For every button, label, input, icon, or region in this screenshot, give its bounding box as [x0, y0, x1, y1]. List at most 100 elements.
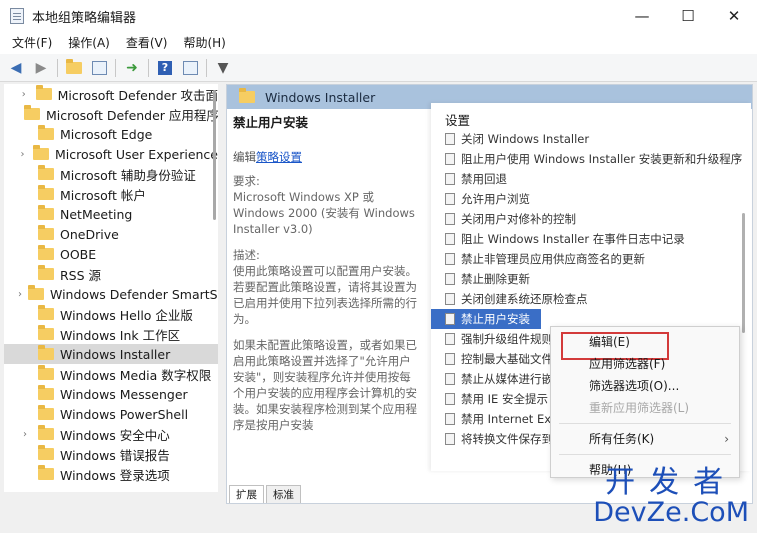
setting-row[interactable]: 关闭 Windows Installer — [431, 129, 751, 149]
setting-label: 阻止用户使用 Windows Installer 安装更新和升级程序 — [461, 152, 743, 166]
tree-item[interactable]: OOBE — [4, 244, 218, 264]
tree-item[interactable]: Microsoft Defender 应用程序 — [4, 104, 218, 124]
folder-icon — [38, 405, 54, 420]
policy-tree[interactable]: › Microsoft Defender 攻击面 Microsoft Defende… — [4, 84, 218, 492]
tab-extended[interactable]: 扩展 — [229, 485, 264, 503]
setting-label: 禁止删除更新 — [461, 272, 530, 286]
context-reapply-filter[interactable]: 重新应用筛选器(L) — [551, 397, 739, 419]
tree-item[interactable]: › Windows 安全中心 — [4, 424, 218, 444]
tree-item[interactable]: Windows PowerShell — [4, 404, 218, 424]
tree-item-label: Windows Defender SmartScreen — [50, 286, 218, 302]
context-filter-options[interactable]: 筛选器选项(O)... — [551, 375, 739, 397]
policy-setting-icon — [445, 373, 455, 385]
tree-item[interactable]: › Microsoft User Experience — [4, 144, 218, 164]
tree-item[interactable]: › Microsoft Defender 攻击面 — [4, 84, 218, 104]
folder-icon — [38, 385, 54, 400]
setting-row[interactable]: 关闭用户对修补的控制 — [431, 209, 751, 229]
menu-bar: 文件(F) 操作(A) 查看(V) 帮助(H) — [0, 32, 757, 54]
policy-setting-icon — [445, 313, 455, 325]
setting-row[interactable]: 允许用户浏览 — [431, 189, 751, 209]
tree-item[interactable]: Windows 登录选项 — [4, 464, 218, 484]
tree-scrollbar[interactable] — [213, 90, 216, 220]
tree-item[interactable]: OneDrive — [4, 224, 218, 244]
tree-item-label: Windows Media 数字权限 — [60, 367, 212, 383]
tree-item-label: RSS 源 — [60, 267, 102, 283]
toolbar-separator — [115, 58, 116, 77]
tree-item[interactable]: NetMeeting — [4, 204, 218, 224]
context-all-tasks[interactable]: 所有任务(K) › — [551, 428, 739, 450]
chevron-right-icon[interactable]: › — [18, 429, 32, 440]
menu-file[interactable]: 文件(F) — [4, 32, 60, 54]
policy-setting-icon — [445, 173, 455, 185]
tree-item[interactable]: Microsoft 帐户 — [4, 184, 218, 204]
folder-icon — [38, 165, 54, 180]
tab-standard[interactable]: 标准 — [266, 485, 301, 503]
pane-header-title: Windows Installer — [265, 89, 376, 105]
maximize-button[interactable]: ☐ — [665, 0, 711, 32]
context-edit[interactable]: 编辑(E) — [551, 331, 739, 360]
setting-label: 关闭 Windows Installer — [461, 132, 590, 146]
tree-item[interactable]: Windows Ink 工作区 — [4, 324, 218, 344]
close-button[interactable]: ✕ — [711, 0, 757, 32]
site-watermark: 开发者 DevZe.CoM — [593, 467, 749, 527]
menu-help[interactable]: 帮助(H) — [175, 32, 233, 54]
policy-setting-icon — [445, 273, 455, 285]
settings-column-header[interactable]: 设置 — [431, 103, 751, 129]
description-block: 描述: 使用此策略设置可以配置用户安装。若要配置此策略设置，请将其设置为已启用并… — [233, 248, 417, 326]
setting-row[interactable]: 阻止用户使用 Windows Installer 安装更新和升级程序 — [431, 149, 751, 169]
chevron-right-icon[interactable]: › — [18, 89, 30, 100]
watermark-cn: 开发者 — [605, 465, 738, 500]
export-list-icon[interactable]: ➜ — [122, 58, 142, 78]
show-hide-tree-icon[interactable] — [89, 58, 109, 78]
folder-icon — [38, 185, 54, 200]
tree-item[interactable]: Windows Media 数字权限 — [4, 364, 218, 384]
setting-row[interactable]: 禁止删除更新 — [431, 269, 751, 289]
help-icon[interactable]: ? — [155, 58, 175, 78]
setting-label: 禁用回退 — [461, 172, 507, 186]
properties-icon[interactable] — [180, 58, 200, 78]
tree-item-label: OneDrive — [60, 226, 119, 242]
menu-view[interactable]: 查看(V) — [118, 32, 176, 54]
setting-row[interactable]: 关闭创建系统还原检查点 — [431, 289, 751, 309]
tree-item-label: Windows 错误报告 — [60, 447, 170, 463]
tree-item-label: Microsoft User Experience — [54, 146, 218, 162]
setting-row[interactable]: 禁用回退 — [431, 169, 751, 189]
tree-item[interactable]: Microsoft Edge — [4, 124, 218, 144]
filter-icon[interactable]: ▼ — [213, 58, 233, 78]
edit-policy-link[interactable]: 策略设置 — [256, 150, 302, 164]
folder-icon — [24, 105, 40, 120]
list-scrollbar[interactable] — [742, 213, 745, 333]
tree-item[interactable]: Windows 错误报告 — [4, 444, 218, 464]
policy-editor-app-icon — [10, 8, 24, 24]
description-block-2: 如果未配置此策略设置，或者如果已启用此策略设置并选择了"允许用户安装"，则安装程… — [233, 338, 417, 432]
minimize-button[interactable]: — — [619, 0, 665, 32]
window-title: 本地组策略编辑器 — [32, 10, 137, 26]
policy-setting-icon — [445, 393, 455, 405]
back-arrow-icon[interactable]: ◀ — [6, 58, 26, 78]
tree-item[interactable]: › Windows Defender SmartScreen — [4, 284, 218, 304]
forward-arrow-icon[interactable]: ▶ — [31, 58, 51, 78]
chevron-right-icon[interactable]: › — [18, 289, 22, 300]
toolbar-separator — [57, 58, 58, 77]
tree-item-label: OOBE — [60, 246, 97, 262]
tree-item[interactable]: Microsoft 辅助身份验证 — [4, 164, 218, 184]
policy-setting-icon — [445, 193, 455, 205]
up-folder-icon[interactable] — [64, 58, 84, 78]
setting-row[interactable]: 禁止用户安装 — [431, 309, 541, 329]
setting-row[interactable]: 阻止 Windows Installer 在事件日志中记录 — [431, 229, 751, 249]
chevron-right-icon[interactable]: › — [18, 149, 27, 160]
tree-item[interactable]: Windows Hello 企业版 — [4, 304, 218, 324]
setting-row[interactable]: 禁止非管理员应用供应商签名的更新 — [431, 249, 751, 269]
context-apply-filter[interactable]: 应用筛选器(F) — [551, 353, 739, 375]
folder-icon — [38, 425, 54, 440]
view-tabs: 扩展 标准 — [229, 485, 303, 503]
tree-item[interactable]: Windows Installer — [4, 344, 218, 364]
tree-item[interactable]: RSS 源 — [4, 264, 218, 284]
menu-action[interactable]: 操作(A) — [60, 32, 118, 54]
tree-item[interactable]: Windows Messenger — [4, 384, 218, 404]
policy-setting-icon — [445, 413, 455, 425]
folder-icon — [38, 125, 54, 140]
setting-label: 禁用 IE 安全提示 — [461, 392, 548, 406]
policy-setting-icon — [445, 293, 455, 305]
requirements: 要求: Microsoft Windows XP 或 Windows 2000 … — [233, 174, 415, 236]
